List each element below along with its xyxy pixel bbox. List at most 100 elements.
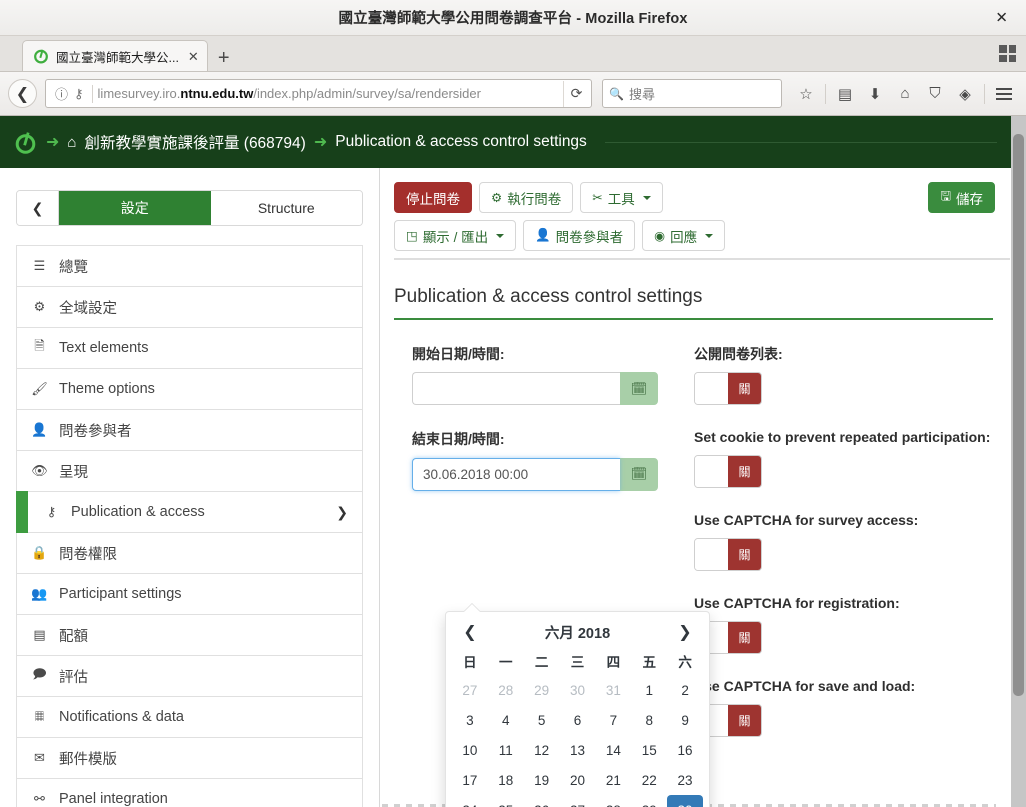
set-cookie-toggle[interactable]: 關 <box>694 455 762 488</box>
sidebar-item-participant-settings[interactable]: 👥 Participant settings <box>17 574 362 615</box>
page-info-icon[interactable]: ⓘ <box>52 84 71 103</box>
limesurvey-logo-icon[interactable] <box>14 130 38 154</box>
sidebar-item-theme-options[interactable]: 🖌 Theme options <box>17 369 362 410</box>
day-cell[interactable]: 2 <box>667 675 703 705</box>
toggle-on-side[interactable] <box>695 456 728 487</box>
day-cell[interactable]: 4 <box>488 705 524 735</box>
page-scrollbar-thumb[interactable] <box>1013 134 1024 696</box>
day-cell[interactable]: 23 <box>667 765 703 795</box>
day-cell[interactable]: 27 <box>560 795 596 807</box>
toggle-off-side[interactable]: 關 <box>728 622 761 653</box>
save-button[interactable]: 🖫 儲存 <box>928 182 995 213</box>
page-scrollbar[interactable] <box>1011 116 1026 807</box>
sidebar-item-quotas[interactable]: ▤ 配額 <box>17 615 362 656</box>
day-cell-selected[interactable]: 30 <box>667 795 703 807</box>
sidebar-item-survey-permissions[interactable]: 🔒 問卷權限 <box>17 533 362 574</box>
day-cell[interactable]: 12 <box>524 735 560 765</box>
survey-participants-button[interactable]: 👤 問卷參與者 <box>523 220 636 251</box>
sidebar-item-email-templates[interactable]: ✉ 郵件模版 <box>17 738 362 779</box>
tools-dropdown-button[interactable]: ✂ 工具 <box>580 182 663 213</box>
display-export-dropdown-button[interactable]: ◳ 顯示 / 匯出 <box>394 220 517 251</box>
sidebar-collapse-button[interactable]: ❮ <box>17 191 59 225</box>
reload-icon[interactable]: ⟳ <box>563 80 589 107</box>
breadcrumb-survey[interactable]: 創新教學實施課後評量 (668794) <box>84 131 305 153</box>
captcha-survey-access-toggle[interactable]: 關 <box>694 538 762 571</box>
browser-tab[interactable]: 國立臺灣師範大學公... ✕ <box>22 40 208 71</box>
list-survey-publicly-toggle[interactable]: 關 <box>694 372 762 405</box>
day-cell[interactable]: 16 <box>667 735 703 765</box>
day-cell[interactable]: 14 <box>595 735 631 765</box>
day-cell[interactable]: 28 <box>595 795 631 807</box>
sidebar-item-general-settings[interactable]: ⚙ 全域設定 <box>17 287 362 328</box>
day-cell[interactable]: 20 <box>560 765 596 795</box>
breadcrumb-home-icon[interactable]: ⌂ <box>67 134 76 151</box>
home-icon[interactable]: ⌂ <box>891 80 919 108</box>
sidebar-item-overview[interactable]: ☰ 總覽 <box>17 246 362 287</box>
responses-dropdown-button[interactable]: ◉ 回應 <box>642 220 726 251</box>
toggle-off-side[interactable]: 關 <box>728 456 761 487</box>
datepicker-popup[interactable]: ❮ 六月 2018 ❯ 日 一 二 三 四 五 六 27 28 29 30 31 <box>445 604 710 807</box>
toggle-off-side[interactable]: 關 <box>728 373 761 404</box>
toggle-off-side[interactable]: 關 <box>728 539 761 570</box>
day-cell[interactable]: 19 <box>524 765 560 795</box>
day-cell[interactable]: 27 <box>452 675 488 705</box>
url-bar[interactable]: ⓘ ⚷ limesurvey.iro.ntnu.edu.tw/index.php… <box>45 79 592 108</box>
sidebar-item-notifications-data[interactable]: 𝄜 Notifications & data <box>17 697 362 738</box>
day-cell[interactable]: 15 <box>631 735 667 765</box>
day-cell[interactable]: 29 <box>631 795 667 807</box>
day-cell[interactable]: 24 <box>452 795 488 807</box>
library-icon[interactable]: ▤ <box>831 80 859 108</box>
sidebar-item-panel-integration[interactable]: ⚯ Panel integration <box>17 779 362 807</box>
sidebar-item-participants[interactable]: 👤 問卷參與者 <box>17 410 362 451</box>
sidebar-item-publication-access[interactable]: ⚷ Publication & access ❯ <box>16 491 362 533</box>
start-date-calendar-button[interactable]: 🗓 <box>620 372 658 406</box>
day-cell[interactable]: 31 <box>595 675 631 705</box>
day-cell[interactable]: 1 <box>631 675 667 705</box>
day-cell[interactable]: 5 <box>524 705 560 735</box>
search-bar[interactable]: 🔍 搜尋 <box>602 79 782 108</box>
execute-survey-button[interactable]: ⚙ 執行問卷 <box>479 182 574 213</box>
day-cell[interactable]: 3 <box>452 705 488 735</box>
back-button[interactable]: ❮ <box>8 79 37 108</box>
tab-close-icon[interactable]: ✕ <box>188 50 199 63</box>
day-cell[interactable]: 18 <box>488 765 524 795</box>
next-month-button[interactable]: ❯ <box>675 624 695 641</box>
day-cell[interactable]: 6 <box>560 705 596 735</box>
end-date-input[interactable] <box>412 457 620 491</box>
prev-month-button[interactable]: ❮ <box>460 624 480 641</box>
day-cell[interactable]: 10 <box>452 735 488 765</box>
sidebar-tab-structure[interactable]: Structure <box>210 191 362 225</box>
day-cell[interactable]: 7 <box>595 705 631 735</box>
day-cell[interactable]: 13 <box>560 735 596 765</box>
sync-icon[interactable]: ◈ <box>951 80 979 108</box>
sidebar-item-text-elements[interactable]: 🗎 Text elements <box>17 328 362 369</box>
end-date-calendar-button[interactable]: 🗓 <box>620 457 658 491</box>
start-date-input[interactable] <box>412 372 620 406</box>
sidebar-tab-settings[interactable]: 設定 <box>59 191 211 225</box>
day-cell[interactable]: 8 <box>631 705 667 735</box>
day-cell[interactable]: 21 <box>595 765 631 795</box>
sidebar-item-assessments[interactable]: 🗩 評估 <box>17 656 362 697</box>
day-cell[interactable]: 29 <box>524 675 560 705</box>
stop-survey-button[interactable]: 停止問卷 <box>394 182 472 213</box>
toggle-on-side[interactable] <box>695 373 728 404</box>
toggle-on-side[interactable] <box>695 539 728 570</box>
bookmark-star-icon[interactable]: ☆ <box>792 80 820 108</box>
menu-icon[interactable] <box>990 80 1018 108</box>
day-cell[interactable]: 25 <box>488 795 524 807</box>
day-cell[interactable]: 22 <box>631 765 667 795</box>
new-tab-button[interactable]: + <box>218 48 230 68</box>
day-cell[interactable]: 26 <box>524 795 560 807</box>
day-cell[interactable]: 17 <box>452 765 488 795</box>
day-cell[interactable]: 9 <box>667 705 703 735</box>
window-close-button[interactable]: ✕ <box>989 8 1014 27</box>
day-cell[interactable]: 28 <box>488 675 524 705</box>
day-cell[interactable]: 30 <box>560 675 596 705</box>
pocket-icon[interactable]: ⛉ <box>921 80 949 108</box>
sidebar-item-presentation[interactable]: 👁 呈現 <box>17 451 362 492</box>
toggle-off-side[interactable]: 關 <box>728 705 761 736</box>
tab-list-icon[interactable] <box>999 45 1016 62</box>
day-cell[interactable]: 11 <box>488 735 524 765</box>
downloads-icon[interactable]: ⬇ <box>861 80 889 108</box>
datepicker-month-label[interactable]: 六月 2018 <box>545 622 610 643</box>
